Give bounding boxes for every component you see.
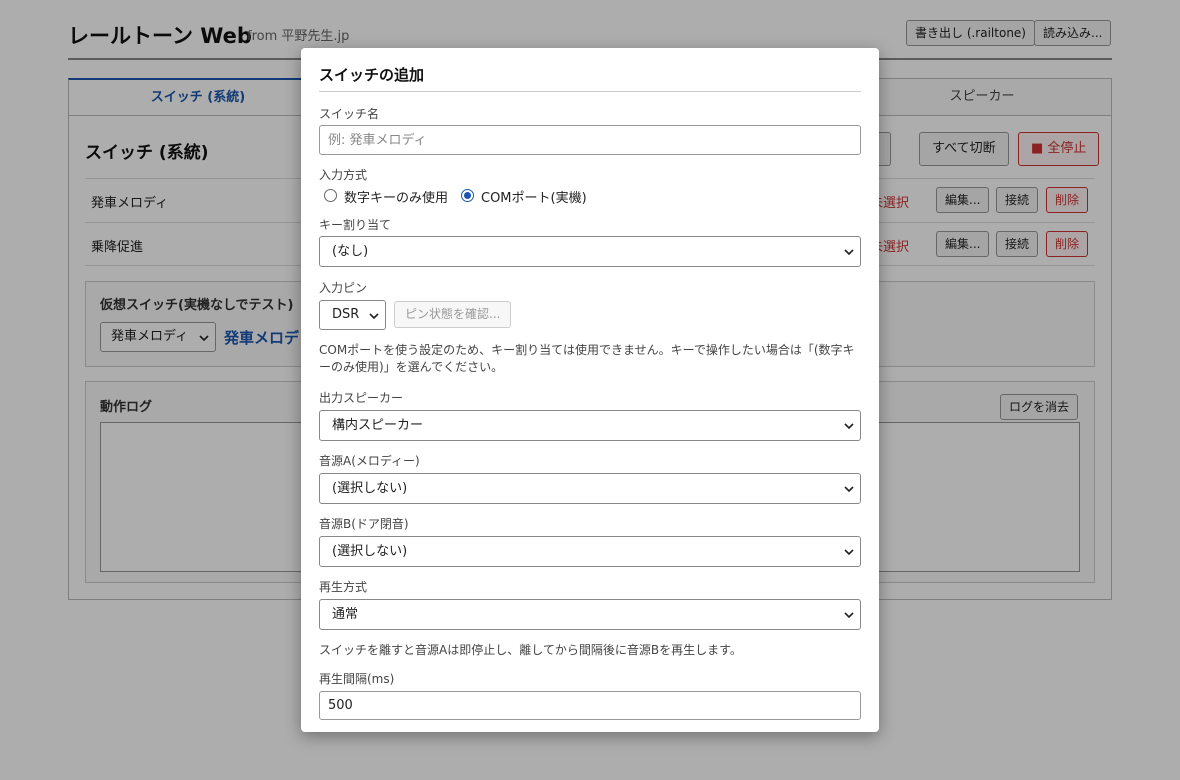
play-mode-select[interactable]: 通常 [319, 599, 861, 630]
input-pin-value: DSR [332, 307, 360, 322]
switch-name-input[interactable] [319, 125, 861, 155]
key-assign-select[interactable]: (なし) [319, 236, 861, 267]
dialog-title: スイッチの追加 [319, 66, 425, 84]
input-pin-label: 入力ピン [319, 281, 368, 295]
output-speaker-select[interactable]: 構内スピーカー [319, 410, 861, 441]
source-b-value: (選択しない) [332, 544, 408, 559]
interval-input[interactable] [319, 691, 861, 720]
chevron-down-icon [844, 549, 854, 556]
radio-icon[interactable] [324, 189, 337, 202]
key-assign-value: (なし) [332, 244, 369, 259]
source-b-label: 音源B(ドア閉音) [319, 517, 409, 531]
chevron-down-icon [844, 423, 854, 430]
chevron-down-icon [844, 612, 854, 619]
chevron-down-icon [844, 486, 854, 493]
com-port-note: COMポートを使う設定のため、キー割り当ては使用できません。キーで操作したい場合… [319, 343, 855, 374]
source-a-select[interactable]: (選択しない) [319, 473, 861, 504]
output-speaker-label: 出力スピーカー [319, 391, 404, 405]
source-b-select[interactable]: (選択しない) [319, 536, 861, 567]
key-assign-label: キー割り当て [319, 218, 392, 232]
play-mode-label: 再生方式 [319, 580, 368, 594]
input-pin-select[interactable]: DSR [319, 300, 386, 330]
dialog-divider [319, 91, 861, 92]
play-mode-note: スイッチを離すと音源Aは即停止し、離してから間隔後に音源Bを再生します。 [319, 643, 742, 657]
add-switch-dialog: スイッチの追加 スイッチ名 入力方式 数字キーのみ使用 COMポート(実機) キ… [301, 48, 879, 732]
chevron-down-icon [369, 313, 379, 320]
radio-selected-icon[interactable] [461, 189, 474, 202]
output-speaker-value: 構内スピーカー [332, 418, 424, 433]
radio-label: COMポート(実機) [481, 191, 587, 206]
source-a-label: 音源A(メロディー) [319, 454, 420, 468]
interval-label: 再生間隔(ms) [319, 672, 395, 686]
input-mode-label: 入力方式 [319, 168, 368, 182]
check-pin-button[interactable]: ピン状態を確認... [394, 301, 512, 328]
radio-label: 数字キーのみ使用 [344, 191, 449, 206]
source-a-value: (選択しない) [332, 481, 408, 496]
chevron-down-icon [844, 249, 854, 256]
switch-name-label: スイッチ名 [319, 107, 380, 121]
play-mode-value: 通常 [332, 607, 359, 622]
